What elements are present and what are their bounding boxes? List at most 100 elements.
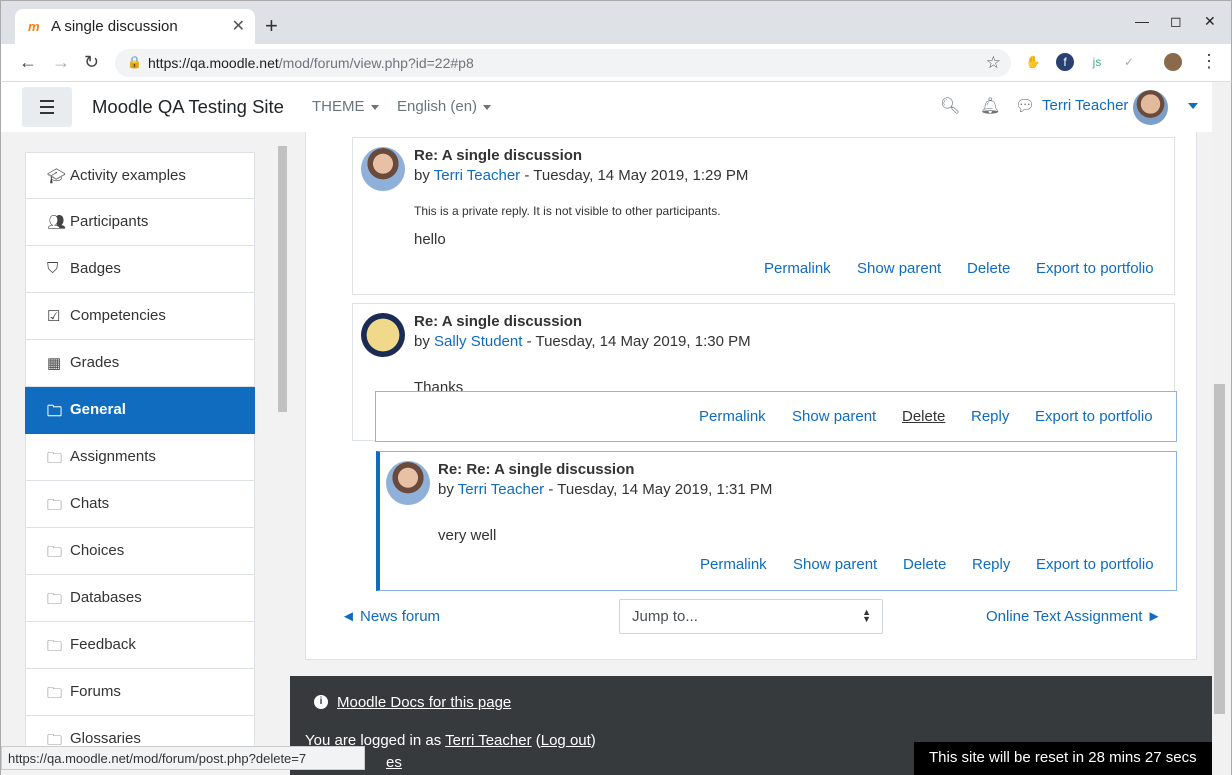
bookmark-star-icon[interactable]: ☆ <box>986 53 1001 73</box>
minimize-icon[interactable]: — <box>1135 13 1149 29</box>
show-parent-link[interactable]: Show parent <box>792 408 876 425</box>
tab-title: A single discussion <box>51 18 178 35</box>
table-icon: ▦ <box>47 355 62 372</box>
post-byline: by Terri Teacher - Tuesday, 14 May 2019,… <box>414 167 749 184</box>
browser-tab-bar: m A single discussion ✕ + — ◻ ✕ <box>0 0 1232 45</box>
check-square-icon: ☑ <box>47 308 61 325</box>
address-bar[interactable]: 🔒 https://qa.moodle.net/mod/forum/view.p… <box>115 49 1011 77</box>
maximize-icon[interactable]: ◻ <box>1170 13 1182 30</box>
users-icon: 👥︎ <box>47 214 67 231</box>
forum-post-nested: Re: Re: A single discussion by Terri Tea… <box>376 451 1177 591</box>
info-icon: i <box>314 695 328 709</box>
sidebar-item-chats[interactable]: 🗀 Chats <box>25 481 255 528</box>
sidebar-item-assignments[interactable]: 🗀 Assignments <box>25 434 255 481</box>
gnome-extension-icon[interactable]: ✋ <box>1024 53 1042 71</box>
tab-close-icon[interactable]: ✕ <box>232 16 245 36</box>
sidebar-item-feedback[interactable]: 🗀 Feedback <box>25 622 255 669</box>
sidebar-item-badges[interactable]: ⛉ Badges <box>25 246 255 293</box>
author-avatar[interactable] <box>386 461 430 505</box>
author-link[interactable]: Sally Student <box>434 333 522 350</box>
export-portfolio-link[interactable]: Export to portfolio <box>1036 556 1154 573</box>
reply-link[interactable]: Reply <box>972 556 1010 573</box>
profile-avatar[interactable] <box>1164 53 1182 71</box>
author-link[interactable]: Terri Teacher <box>458 481 544 498</box>
next-activity-link[interactable]: Online Text Assignment ► <box>986 608 1162 625</box>
logged-user-link[interactable]: Terri Teacher <box>445 732 531 749</box>
browser-menu-icon[interactable]: ⋮ <box>1200 51 1218 72</box>
browser-tab[interactable]: m A single discussion ✕ <box>15 9 255 45</box>
bell-icon[interactable]: 🔔︎ <box>980 96 1000 116</box>
language-menu[interactable]: English (en) <box>397 98 492 115</box>
post-actions-focus-bar: Permalink Show parent Delete Reply Expor… <box>375 391 1177 442</box>
shield-icon: ⛉ <box>47 260 59 277</box>
fedora-extension-icon[interactable]: f <box>1056 53 1074 71</box>
moodle-navbar: Moodle QA Testing Site THEME English (en… <box>0 82 1212 132</box>
delete-link[interactable]: Delete <box>903 556 946 573</box>
drawer-toggle-button[interactable] <box>22 87 72 127</box>
new-tab-icon[interactable]: + <box>265 15 278 37</box>
nav-drawer-list: 🎓︎ Activity examples 👥︎ Participants ⛉ Badg… <box>25 152 255 763</box>
sidebar-item-participants[interactable]: 👥︎ Participants <box>25 199 255 246</box>
lock-icon: 🔒 <box>127 55 142 69</box>
sidebar-scrollbar-thumb[interactable] <box>278 146 287 412</box>
post-byline: by Terri Teacher - Tuesday, 14 May 2019,… <box>438 481 773 498</box>
author-avatar[interactable] <box>361 313 405 357</box>
sidebar-item-competencies[interactable]: ☑ Competencies <box>25 293 255 340</box>
sidebar-item-grades[interactable]: ▦ Grades <box>25 340 255 387</box>
prev-activity-link[interactable]: ◄ News forum <box>341 608 440 625</box>
delete-link[interactable]: Delete <box>967 260 1010 277</box>
folder-icon: 🗀 <box>47 450 63 467</box>
permalink-link[interactable]: Permalink <box>764 260 831 277</box>
export-portfolio-link[interactable]: Export to portfolio <box>1036 260 1154 277</box>
post-subject: Re: Re: A single discussion <box>438 461 635 478</box>
back-icon[interactable]: ← <box>19 52 37 73</box>
message-icon[interactable]: 💬︎ <box>1015 96 1035 116</box>
folder-icon: 🗀 <box>47 591 63 608</box>
check-extension-icon[interactable]: ✓ <box>1120 53 1138 71</box>
folder-icon: 🗀 <box>47 544 63 561</box>
post-body: very well <box>438 527 497 544</box>
sidebar-item-activity-examples[interactable]: 🎓︎ Activity examples <box>25 152 255 199</box>
forward-icon[interactable]: → <box>52 52 70 73</box>
sidebar-item-forums[interactable]: 🗀 Forums <box>25 669 255 716</box>
theme-menu[interactable]: THEME <box>312 98 379 115</box>
window-close-icon[interactable]: ✕ <box>1204 13 1216 30</box>
site-name[interactable]: Moodle QA Testing Site <box>92 96 284 118</box>
sidebar-item-databases[interactable]: 🗀 Databases <box>25 575 255 622</box>
post-actions: Permalink Show parent Delete Export to p… <box>353 260 1176 280</box>
user-avatar[interactable] <box>1133 90 1168 125</box>
author-avatar[interactable] <box>361 147 405 191</box>
export-portfolio-link[interactable]: Export to portfolio <box>1035 408 1153 425</box>
moodle-docs-link[interactable]: Moodle Docs for this page <box>337 694 511 711</box>
post-byline: by Sally Student - Tuesday, 14 May 2019,… <box>414 333 751 350</box>
logout-link[interactable]: Log out <box>541 732 591 749</box>
footer-link-partial[interactable]: es <box>386 754 402 771</box>
post-subject: Re: A single discussion <box>414 147 583 164</box>
graduation-cap-icon: 🎓︎ <box>47 168 67 185</box>
sidebar-item-general[interactable]: 🗀 General <box>25 387 255 434</box>
jump-to-select[interactable]: Jump to... ▲ ▼ <box>619 599 883 634</box>
reset-notice: This site will be reset in 28 mins 27 se… <box>914 742 1212 775</box>
folder-icon: 🗀 <box>47 403 63 420</box>
post-subject: Re: A single discussion <box>414 313 583 330</box>
search-icon[interactable]: 🔍︎ <box>940 96 960 116</box>
page-scrollbar-thumb[interactable] <box>1214 384 1225 714</box>
js-extension-icon[interactable]: js <box>1088 53 1106 71</box>
author-link[interactable]: Terri Teacher <box>434 167 520 184</box>
show-parent-link[interactable]: Show parent <box>857 260 941 277</box>
permalink-link[interactable]: Permalink <box>700 556 767 573</box>
user-menu-name[interactable]: Terri Teacher <box>1042 97 1128 114</box>
sidebar-item-choices[interactable]: 🗀 Choices <box>25 528 255 575</box>
user-menu-caret-icon[interactable] <box>1188 103 1198 109</box>
select-arrows-icon: ▲ ▼ <box>862 607 871 624</box>
folder-icon: 🗀 <box>47 685 63 702</box>
delete-link[interactable]: Delete <box>902 408 945 425</box>
permalink-link[interactable]: Permalink <box>699 408 766 425</box>
reload-icon[interactable]: ↻ <box>84 52 99 73</box>
reply-link[interactable]: Reply <box>971 408 1009 425</box>
folder-icon: 🗀 <box>47 497 63 514</box>
show-parent-link[interactable]: Show parent <box>793 556 877 573</box>
post-body: hello <box>414 231 446 248</box>
url-text: https://qa.moodle.net/mod/forum/view.php… <box>148 55 474 71</box>
jump-to-value: Jump to... <box>632 608 698 625</box>
